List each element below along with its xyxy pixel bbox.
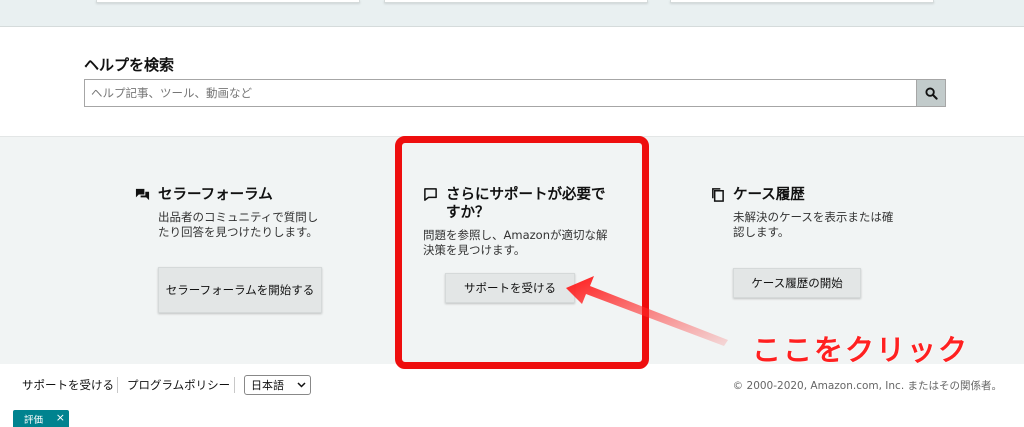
language-select[interactable]: 日本語 xyxy=(244,375,311,395)
footer-link-get-support[interactable]: サポートを受ける xyxy=(22,377,114,393)
copy-icon xyxy=(712,188,724,202)
help-search-input[interactable] xyxy=(84,79,916,107)
help-search-title: ヘルプを検索 xyxy=(84,56,175,74)
case-history-card: ケース履歴 未解決のケースを表示または確認します。 xyxy=(710,186,910,240)
top-card xyxy=(96,0,360,3)
click-here-annotation: ここをクリック xyxy=(752,333,970,367)
top-card xyxy=(670,0,934,3)
feedback-badge[interactable]: 評価 × xyxy=(13,410,69,427)
top-card-strip xyxy=(0,0,1024,27)
chevron-down-icon xyxy=(297,382,306,388)
forum-icon xyxy=(135,188,150,201)
seller-forum-heading: セラーフォーラム xyxy=(158,187,273,203)
language-select-value: 日本語 xyxy=(251,379,284,392)
pointer-arrow-icon xyxy=(566,276,728,346)
close-icon[interactable]: × xyxy=(56,411,65,424)
top-card xyxy=(384,0,648,3)
footer-divider xyxy=(117,377,118,393)
feedback-badge-label: 評価 xyxy=(24,414,44,426)
seller-forum-button[interactable]: セラーフォーラムを開始する xyxy=(158,267,322,313)
copyright-text: © 2000-2020, Amazon.com, Inc. またはその関係者。 xyxy=(732,380,1002,392)
search-icon xyxy=(924,86,938,100)
case-history-description: 未解決のケースを表示または確認します。 xyxy=(733,210,894,239)
footer-link-program-policy[interactable]: プログラムポリシー xyxy=(127,377,230,393)
case-history-button[interactable]: ケース履歴の開始 xyxy=(733,268,861,298)
search-button[interactable] xyxy=(916,79,946,107)
seller-forum-card: セラーフォーラム 出品者のコミュニティで質問したり回答を見つけたりします。 xyxy=(135,186,335,240)
seller-forum-description: 出品者のコミュニティで質問したり回答を見つけたりします。 xyxy=(158,210,319,239)
footer-divider xyxy=(234,377,235,393)
case-history-heading: ケース履歴 xyxy=(733,187,805,203)
